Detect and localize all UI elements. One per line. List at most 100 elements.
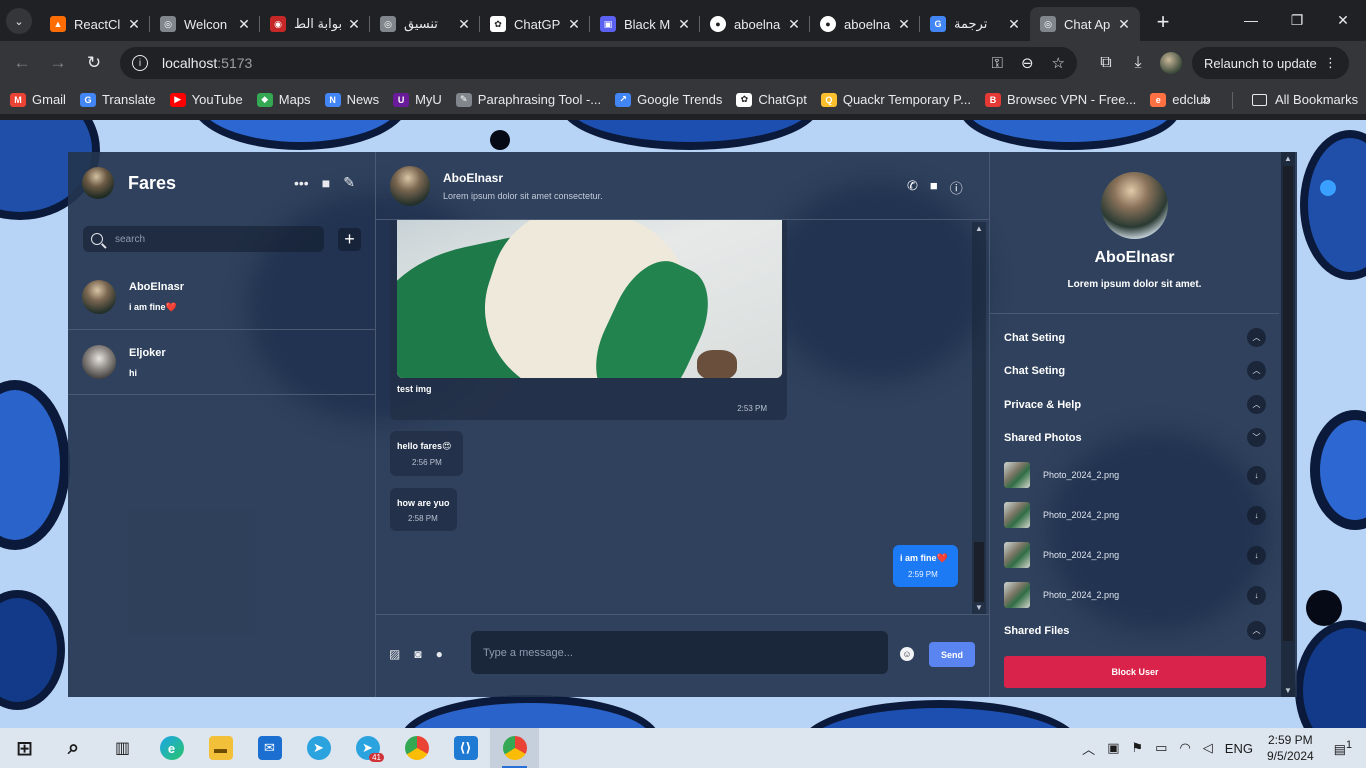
camera-icon[interactable]: ◙ [414,647,421,661]
send-button[interactable]: Send [929,642,975,667]
bookmark-star-icon[interactable]: ☆ [1052,54,1065,72]
download-icon[interactable]: ↓ [1247,505,1266,525]
edge-icon[interactable]: e [147,728,196,768]
avatar[interactable] [390,166,430,206]
close-tab-icon[interactable]: ✕ [126,16,142,33]
bookmark-google-trends[interactable]: ↗ Google Trends [615,92,722,107]
download-icon[interactable]: ↓ [1247,585,1266,605]
browser-tab[interactable]: ● aboelna ✕ [810,7,920,41]
search-input[interactable] [115,233,305,245]
search-icon[interactable]: ⌕ [49,728,98,768]
new-tab-button[interactable]: + [1148,7,1178,37]
block-user-button[interactable]: Block User [1004,656,1266,688]
browser-tab[interactable]: ✿ ChatGP ✕ [480,7,590,41]
chevron-up-icon[interactable]: ︿ [1247,621,1266,640]
meet-now-icon[interactable]: ▣ [1107,740,1119,756]
bookmark-myu[interactable]: U MyU [393,92,442,107]
download-icon[interactable]: ⤓ [1122,47,1154,79]
taskbar-clock[interactable]: 2:59 PM 9/5/2024 [1267,732,1314,764]
more-bookmarks-icon[interactable]: » [1202,91,1210,107]
bookmark-news[interactable]: N News [324,92,379,107]
address-bar[interactable]: i localhost:5173 ⚿ ⊖ ☆ [120,47,1077,79]
message-input[interactable] [471,631,888,674]
chat-list-item[interactable]: Eljoker hi [68,330,376,395]
chrome-icon[interactable] [490,728,539,768]
browser-tab-active[interactable]: ◎ Chat Ap ✕ [1030,7,1140,41]
close-tab-icon[interactable]: ✕ [676,16,692,33]
close-tab-icon[interactable]: ✕ [1006,16,1022,33]
shared-photo-item[interactable]: Photo_2024_2.png ↓ [1004,581,1266,609]
chat-list-item[interactable]: AboElnasr i am fine❤️ [68,265,376,330]
shared-photo-item[interactable]: Photo_2024_2.png ↓ [1004,501,1266,529]
browser-tab[interactable]: G ترجمة ✕ [920,7,1030,41]
restore-icon[interactable]: ❐ [1274,0,1320,40]
site-info-icon[interactable]: i [132,55,148,71]
close-tab-icon[interactable]: ✕ [566,16,582,33]
section-chat-setting[interactable]: Chat Seting ︿ [1004,328,1266,347]
avatar[interactable] [82,167,114,199]
mail-icon[interactable]: ✉ [245,728,294,768]
section-privacy-help[interactable]: Privace & Help ︿ [1004,395,1266,414]
shared-photo-item[interactable]: Photo_2024_2.png ↓ [1004,541,1266,569]
notification-icon[interactable]: ▤1 [1334,739,1352,757]
bookmark-gmail[interactable]: M Gmail [10,92,66,107]
add-chat-button[interactable]: + [338,228,361,251]
chrome-icon[interactable] [392,728,441,768]
chevron-up-icon[interactable]: ︿ [1247,361,1266,380]
telegram-icon[interactable]: ➤ 41 [343,728,392,768]
video-icon[interactable]: ■ [930,178,938,197]
browser-tab[interactable]: ◎ تنسيق ✕ [370,7,480,41]
address-url[interactable]: localhost:5173 [162,55,974,71]
telegram-icon[interactable]: ➤ [294,728,343,768]
browser-tab[interactable]: ◎ Welcon ✕ [150,7,260,41]
forward-icon[interactable]: → [40,45,76,81]
shared-photo-item[interactable]: Photo_2024_2.png ↓ [1004,461,1266,489]
close-tab-icon[interactable]: ✕ [456,16,472,33]
download-icon[interactable]: ↓ [1247,545,1266,565]
browser-tab[interactable]: ● aboelna ✕ [700,7,810,41]
edit-icon[interactable]: ✎ [343,174,355,191]
zoom-icon[interactable]: ⊖ [1021,54,1034,72]
message-scrollbar[interactable]: ▲ ▼ [972,222,986,614]
security-icon[interactable]: ⚑ [1131,740,1143,756]
close-tab-icon[interactable]: ✕ [786,16,802,33]
bookmark-paraphrasing[interactable]: ✎ Paraphrasing Tool -... [455,92,601,107]
chevron-up-icon[interactable]: ︿ [1247,328,1266,347]
info-icon[interactable]: ⓘ [950,178,963,197]
browser-tab[interactable]: ▣ Black M ✕ [590,7,700,41]
section-shared-photos[interactable]: Shared Photos ﹀ [1004,428,1266,447]
bookmark-maps[interactable]: ◆ Maps [256,92,311,107]
back-icon[interactable]: ← [4,45,40,81]
microphone-icon[interactable]: ● [436,647,443,661]
download-icon[interactable]: ↓ [1247,465,1266,485]
bookmark-quackr[interactable]: Q Quackr Temporary P... [820,92,971,107]
search-bar[interactable] [83,226,324,252]
all-bookmarks-button[interactable]: All Bookmarks [1252,92,1358,107]
close-tab-icon[interactable]: ✕ [896,16,912,33]
minimize-icon[interactable]: — [1228,0,1274,40]
close-tab-icon[interactable]: ✕ [1116,16,1132,33]
bookmark-youtube[interactable]: ▶ YouTube [169,92,243,107]
file-explorer-icon[interactable]: ▬ [196,728,245,768]
volume-icon[interactable]: ◁ [1203,740,1213,756]
phone-icon[interactable]: ✆ [907,178,918,197]
close-tab-icon[interactable]: ✕ [346,16,362,33]
reload-icon[interactable]: ↻ [76,45,112,81]
close-window-icon[interactable]: ✕ [1320,0,1366,40]
image-icon[interactable]: ▨ [389,647,400,661]
relaunch-button[interactable]: Relaunch to update ⋮ [1192,47,1349,79]
close-tab-icon[interactable]: ✕ [236,16,252,33]
bookmark-chatgpt[interactable]: ✿ ChatGpt [736,92,807,107]
video-icon[interactable]: ■ [322,175,330,191]
extensions-icon[interactable]: ⧉ [1090,47,1122,79]
bookmark-translate[interactable]: G Translate [79,92,156,107]
chevron-down-icon[interactable]: ﹀ [1247,428,1266,447]
bookmark-browsec[interactable]: B Browsec VPN - Free... [984,92,1136,107]
shared-image[interactable] [397,220,782,378]
emoji-icon[interactable]: ☺ [900,647,914,661]
more-options-icon[interactable]: ••• [294,175,309,191]
browser-tab[interactable]: ◉ بوابة الط ✕ [260,7,370,41]
details-scrollbar[interactable]: ▲ ▼ [1281,152,1295,697]
browser-tab[interactable]: ▲ ReactCl ✕ [40,7,150,41]
section-chat-setting[interactable]: Chat Seting ︿ [1004,361,1266,380]
